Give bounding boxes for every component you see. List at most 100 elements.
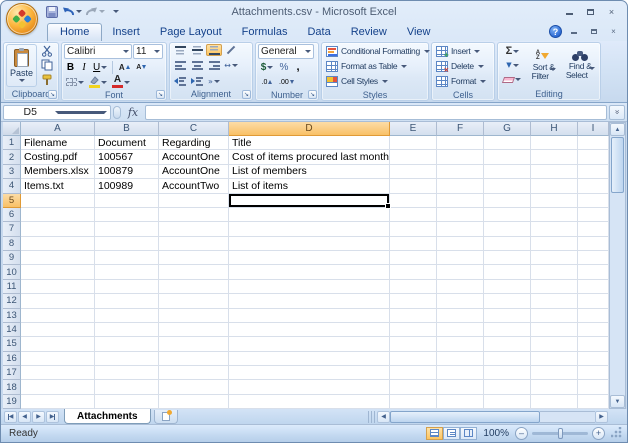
- cell-I12[interactable]: [578, 294, 609, 309]
- cell-G6[interactable]: [484, 207, 531, 223]
- cell-F14[interactable]: [437, 322, 484, 338]
- cell-H5[interactable]: [531, 193, 578, 208]
- decrease-indent-button[interactable]: [172, 75, 188, 87]
- cell-G8[interactable]: [484, 236, 531, 251]
- cell-C17[interactable]: [159, 366, 229, 381]
- cell-B18[interactable]: [95, 380, 159, 395]
- cell-D7[interactable]: [229, 222, 390, 237]
- cell-A13[interactable]: [21, 308, 95, 323]
- top-align-button[interactable]: [172, 44, 188, 56]
- cell-G18[interactable]: [484, 380, 531, 395]
- cell-I16[interactable]: [578, 351, 609, 366]
- cell-A17[interactable]: [21, 366, 95, 381]
- row-header-15[interactable]: 15: [3, 337, 21, 352]
- insert-cells-button[interactable]: + Insert: [434, 44, 492, 59]
- cell-C1[interactable]: Regarding: [159, 136, 229, 151]
- cell-H16[interactable]: [531, 351, 578, 366]
- align-right-button[interactable]: [206, 60, 222, 72]
- cell-C6[interactable]: [159, 207, 229, 223]
- cell-B17[interactable]: [95, 366, 159, 381]
- tab-scrollbar-split-handle[interactable]: [368, 410, 375, 423]
- row-header-9[interactable]: 9: [3, 251, 21, 266]
- cell-G3[interactable]: [484, 164, 531, 180]
- row-header-8[interactable]: 8: [3, 236, 21, 251]
- cell-E7[interactable]: [390, 222, 437, 237]
- workbook-restore-button[interactable]: [585, 26, 602, 37]
- tab-review[interactable]: Review: [341, 24, 397, 41]
- cell-F3[interactable]: [437, 164, 484, 180]
- cell-D8[interactable]: [229, 236, 390, 251]
- cell-B10[interactable]: [95, 265, 159, 280]
- horizontal-scrollbar[interactable]: ◀ ▶: [377, 410, 608, 424]
- cell-H11[interactable]: [531, 279, 578, 295]
- tab-page-layout[interactable]: Page Layout: [150, 24, 232, 41]
- cell-F17[interactable]: [437, 366, 484, 381]
- format-painter-button[interactable]: [38, 73, 56, 87]
- cell-I13[interactable]: [578, 308, 609, 323]
- horizontal-scrollbar-thumb[interactable]: [390, 410, 540, 423]
- cell-H15[interactable]: [531, 337, 578, 352]
- cell-B3[interactable]: 100879: [95, 164, 159, 180]
- cell-E15[interactable]: [390, 337, 437, 352]
- column-header-I[interactable]: I: [578, 122, 609, 136]
- middle-align-button[interactable]: [189, 44, 205, 56]
- name-box[interactable]: D5: [3, 104, 111, 120]
- cell-E17[interactable]: [390, 366, 437, 381]
- workbook-minimize-button[interactable]: [565, 26, 582, 37]
- cell-I3[interactable]: [578, 164, 609, 180]
- cell-I8[interactable]: [578, 236, 609, 251]
- scroll-down-button[interactable]: ▼: [610, 395, 625, 408]
- cell-E8[interactable]: [390, 236, 437, 251]
- cell-E3[interactable]: [390, 164, 437, 180]
- cell-B6[interactable]: [95, 207, 159, 223]
- cell-H10[interactable]: [531, 265, 578, 280]
- cell-D1[interactable]: Title: [229, 136, 390, 151]
- cell-I11[interactable]: [578, 279, 609, 295]
- borders-button[interactable]: [64, 75, 86, 89]
- decrease-decimal-button[interactable]: .00: [277, 75, 296, 89]
- column-header-G[interactable]: G: [484, 122, 531, 136]
- increase-indent-button[interactable]: [189, 75, 205, 87]
- cell-C18[interactable]: [159, 380, 229, 395]
- cell-F11[interactable]: [437, 279, 484, 295]
- cell-B8[interactable]: [95, 236, 159, 251]
- cell-E11[interactable]: [390, 279, 437, 295]
- paste-dropdown-icon[interactable]: [19, 79, 25, 82]
- cell-F16[interactable]: [437, 351, 484, 366]
- cell-I4[interactable]: [578, 179, 609, 194]
- row-header-6[interactable]: 6: [3, 207, 21, 223]
- cell-C11[interactable]: [159, 279, 229, 295]
- scroll-up-button[interactable]: ▲: [610, 123, 625, 136]
- insert-function-button[interactable]: fx: [123, 105, 143, 120]
- workbook-close-button[interactable]: ×: [605, 26, 622, 37]
- cell-F5[interactable]: [437, 193, 484, 208]
- name-box-resize-grip[interactable]: [113, 105, 121, 119]
- cell-H19[interactable]: [531, 394, 578, 410]
- column-header-H[interactable]: H: [531, 122, 578, 136]
- next-sheet-button[interactable]: ▶: [32, 410, 45, 423]
- cell-D17[interactable]: [229, 366, 390, 381]
- cell-I9[interactable]: [578, 251, 609, 266]
- cell-A1[interactable]: Filename: [21, 136, 95, 151]
- cell-G9[interactable]: [484, 251, 531, 266]
- cell-G12[interactable]: [484, 294, 531, 309]
- cell-D15[interactable]: [229, 337, 390, 352]
- paste-button[interactable]: Paste: [6, 44, 37, 87]
- cell-D3[interactable]: List of members: [229, 164, 390, 180]
- cell-G11[interactable]: [484, 279, 531, 295]
- autosum-button[interactable]: Σ: [500, 44, 525, 58]
- underline-button[interactable]: U: [91, 60, 109, 74]
- cell-D18[interactable]: [229, 380, 390, 395]
- normal-view-button[interactable]: [426, 426, 444, 440]
- cell-B9[interactable]: [95, 251, 159, 266]
- number-dialog-launcher[interactable]: ↘: [308, 90, 317, 99]
- cell-D6[interactable]: [229, 207, 390, 223]
- cell-A18[interactable]: [21, 380, 95, 395]
- cell-G10[interactable]: [484, 265, 531, 280]
- row-header-7[interactable]: 7: [3, 222, 21, 237]
- minimize-button[interactable]: [560, 6, 579, 18]
- cell-B16[interactable]: [95, 351, 159, 366]
- help-button[interactable]: ?: [549, 25, 562, 38]
- row-header-3[interactable]: 3: [3, 164, 21, 180]
- alignment-dialog-launcher[interactable]: ↘: [242, 90, 251, 99]
